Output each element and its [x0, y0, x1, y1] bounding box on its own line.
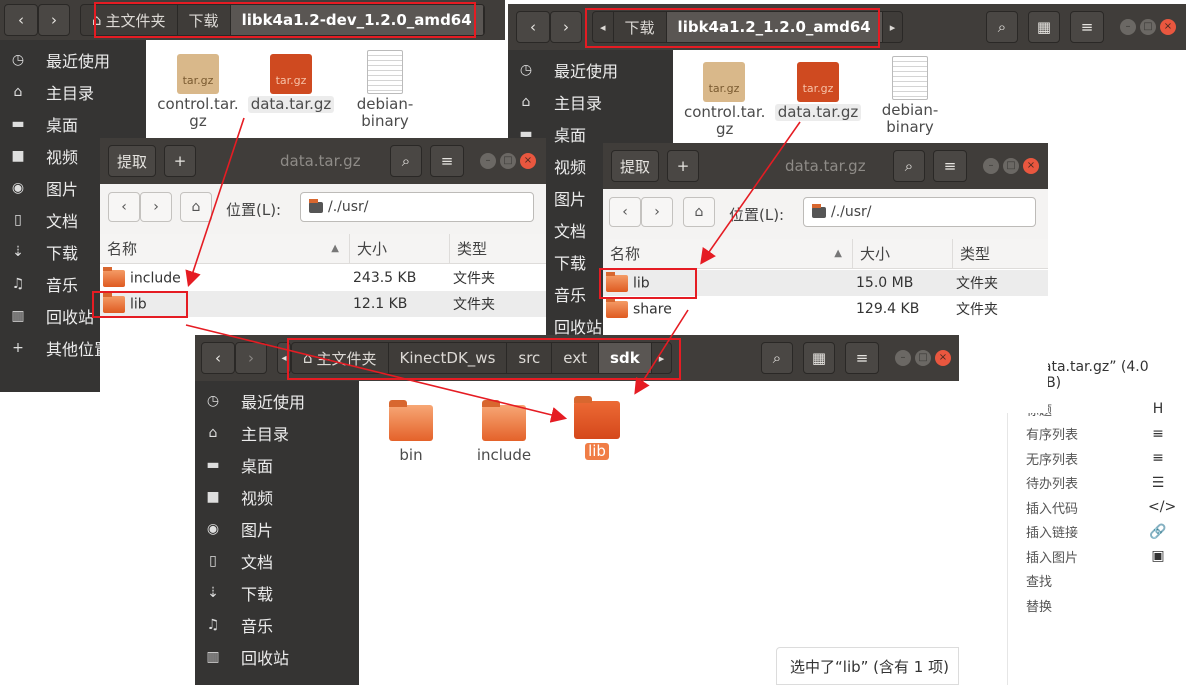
- arrow-data-to-lib-runtime: [700, 121, 801, 265]
- annotation-arrows: [185, 117, 801, 423]
- arrow-lib-runtime-to-sdk: [634, 309, 689, 395]
- arrow-lib-dev-to-sdk: [185, 324, 568, 423]
- arrow-data-to-lib-dev: [185, 117, 245, 288]
